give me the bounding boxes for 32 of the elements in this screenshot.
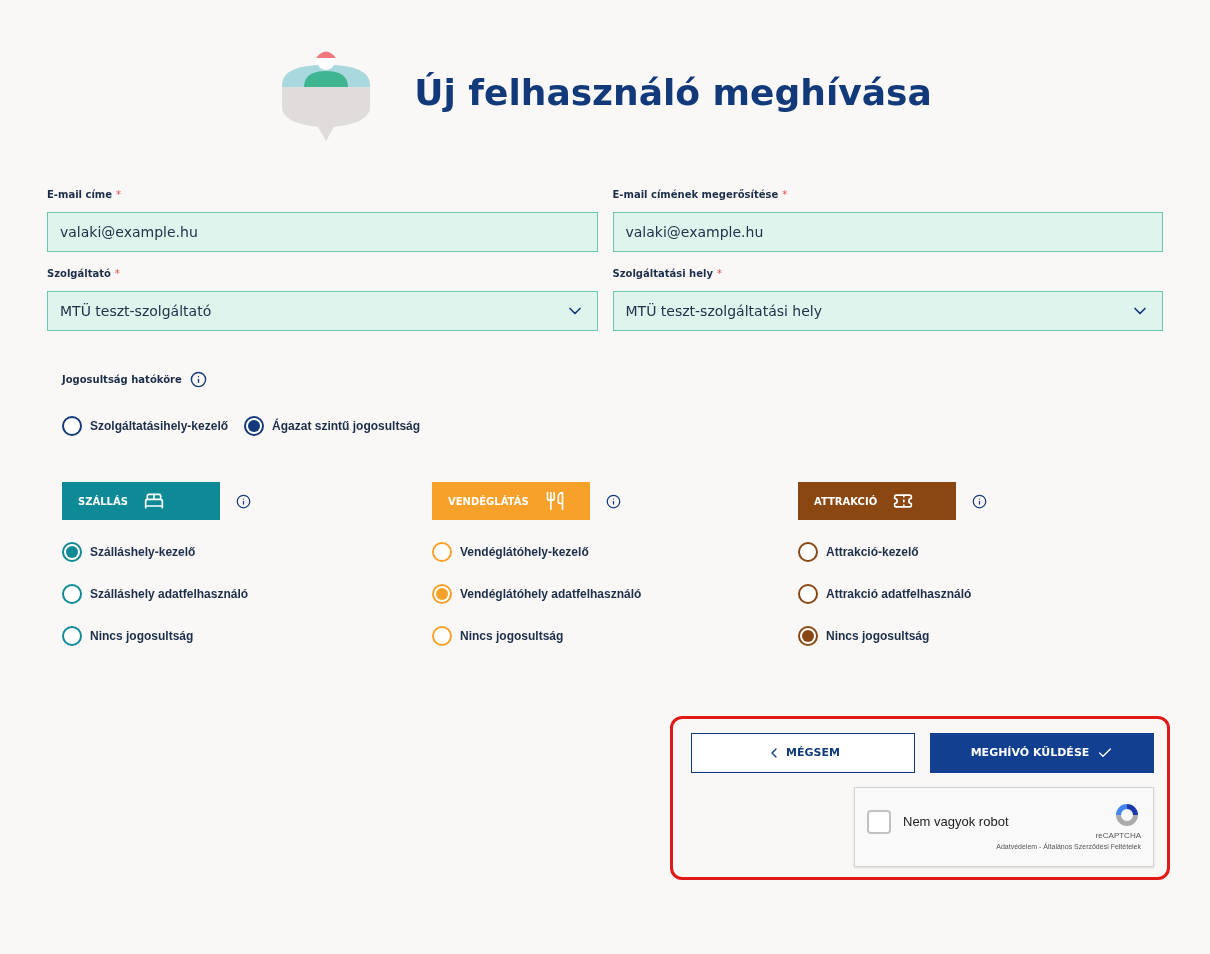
input-field[interactable]: valaki@example.hu (612, 212, 1163, 252)
radio-label[interactable]: Nincs jogosultság (826, 627, 930, 645)
radio-label[interactable]: Attrakció adatfelhasználó (826, 585, 972, 603)
captcha-label: Nem vagyok robot (903, 813, 1010, 831)
select-field[interactable]: MTÜ teszt-szolgáltatási hely (612, 291, 1163, 331)
input-field[interactable]: valaki@example.hu (47, 212, 598, 252)
field-label: E-mail címének megerősítése (612, 188, 779, 202)
radio-label[interactable]: Vendéglátóhely-kezelő (460, 543, 589, 561)
radio-label[interactable]: Vendéglátóhely adatfelhasználó (460, 585, 642, 603)
recaptcha-brand: reCAPTCHA (1095, 830, 1141, 843)
select-field[interactable]: MTÜ teszt-szolgáltató (47, 291, 598, 331)
radio-label[interactable]: Nincs jogosultság (90, 627, 194, 645)
required-mark: * (116, 188, 122, 202)
category-header: ATTRAKCIÓ (798, 482, 956, 520)
radio-label[interactable]: Szálláshely-kezelő (90, 543, 196, 561)
radio-label[interactable]: Ágazat szintű jogosultság (272, 417, 421, 435)
field-label: Szolgáltató (47, 267, 111, 281)
field-label: E-mail címe (47, 188, 113, 202)
required-mark: * (782, 188, 788, 202)
radio-label[interactable]: Szálláshely adatfelhasználó (90, 585, 249, 603)
radio-label[interactable]: Nincs jogosultság (460, 627, 564, 645)
radio-label[interactable]: Szolgáltatásihely-kezelő (90, 417, 229, 435)
required-mark: * (716, 267, 722, 281)
field-label: Szolgáltatási hely (612, 267, 713, 281)
page-title: Új felhasználó meghívása (414, 71, 932, 115)
category-header: VENDÉGLÁTÁS (432, 482, 590, 520)
cancel-button[interactable]: MÉGSEM (691, 733, 915, 773)
send-invite-button[interactable]: MEGHÍVÓ KÜLDÉSE (930, 733, 1154, 773)
required-mark: * (114, 267, 120, 281)
section-label: Jogosultság hatóköre (62, 373, 182, 387)
category-header: SZÁLLÁS (62, 482, 220, 520)
radio-label[interactable]: Attrakció-kezelő (826, 543, 919, 561)
